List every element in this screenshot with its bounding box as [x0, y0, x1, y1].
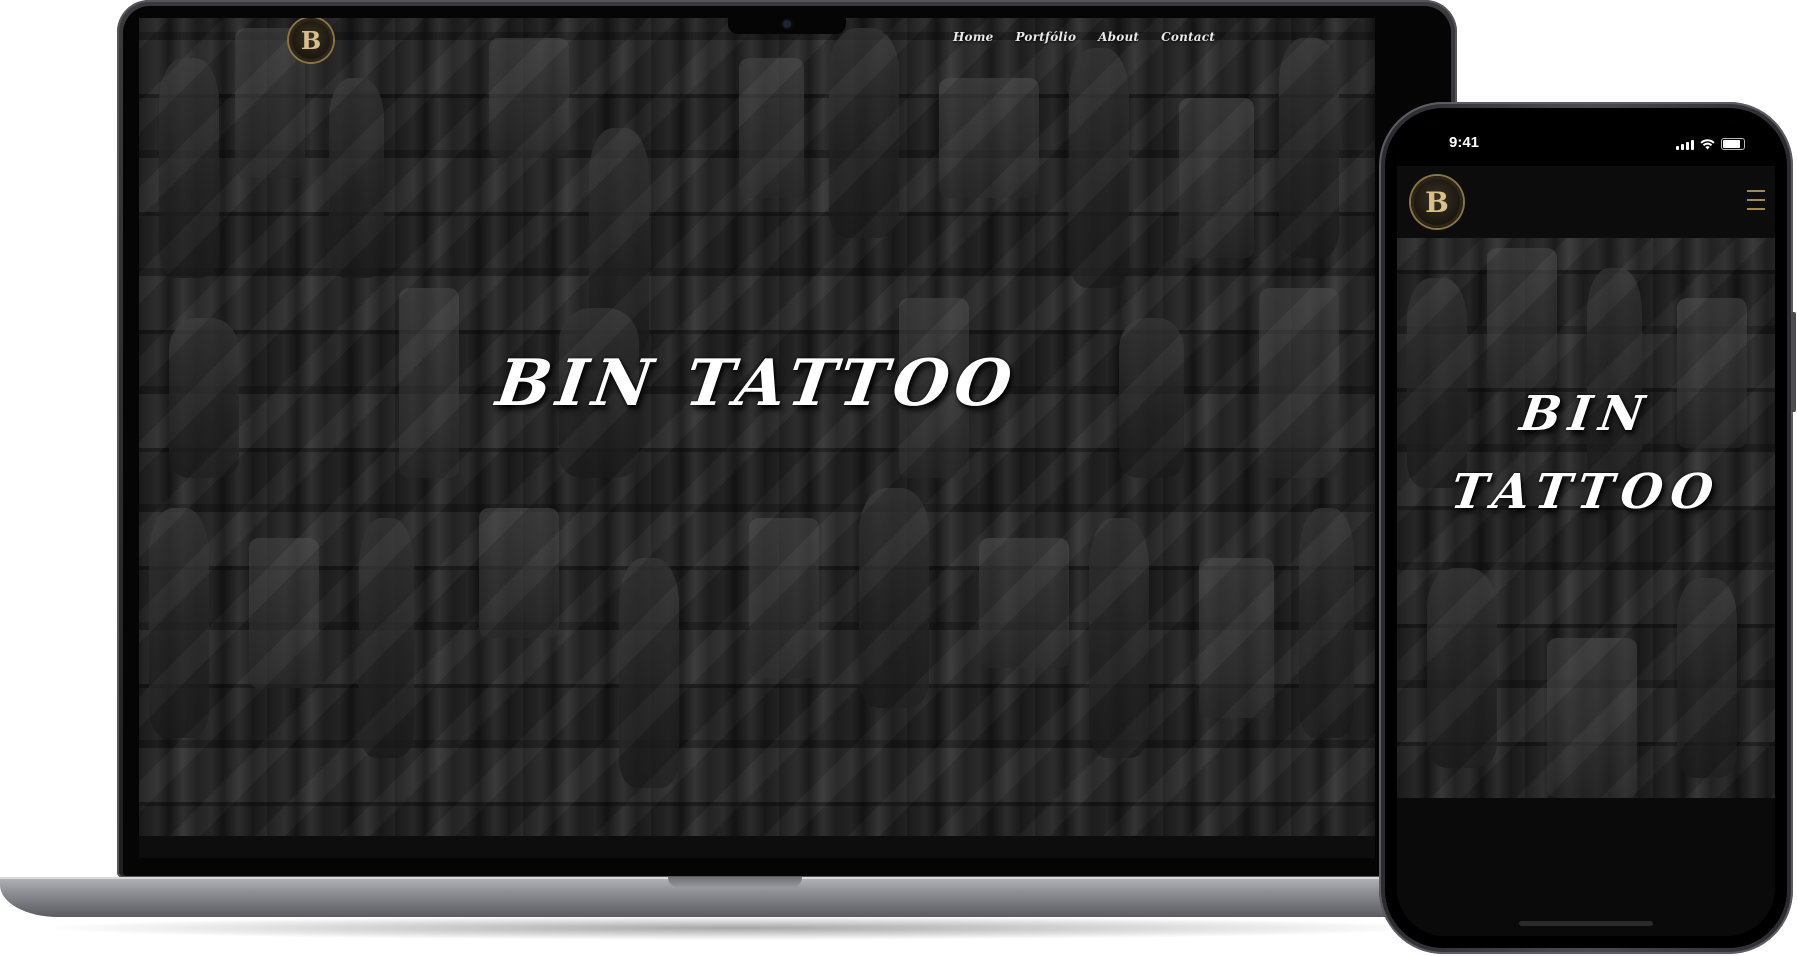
tattoo-photo — [859, 488, 929, 708]
main-nav: Home Portfólio About Contact — [953, 30, 1215, 44]
tattoo-photo — [939, 78, 1039, 198]
tattoo-photo — [619, 558, 679, 788]
nav-about-link[interactable]: About — [1098, 30, 1139, 44]
tattoo-photo — [159, 58, 219, 278]
tattoo-photo — [1547, 638, 1637, 798]
hero-title: BIN TATTOO — [491, 346, 1023, 421]
nav-home-link[interactable]: Home — [953, 30, 993, 44]
tattoo-photo — [1587, 268, 1642, 488]
wifi-icon — [1700, 139, 1715, 150]
site-logo[interactable]: B — [289, 18, 333, 62]
home-indicator[interactable] — [1519, 921, 1653, 926]
logo-monogram: B — [1425, 185, 1449, 219]
hamburger-menu-icon[interactable] — [1747, 190, 1765, 210]
tattoo-photo — [1199, 558, 1274, 718]
laptop-shadow — [30, 916, 1440, 940]
tattoo-photo — [589, 128, 649, 358]
tattoo-photo — [249, 538, 319, 688]
logo-monogram: B — [300, 25, 322, 55]
camera-icon — [783, 20, 791, 28]
phone-screen: 9:41 B BIN TATTOO — [1397, 120, 1775, 936]
tattoo-photo — [979, 538, 1069, 668]
status-time: 9:41 — [1449, 134, 1480, 151]
tattoo-photo — [1069, 48, 1129, 288]
tattoo-photo — [1407, 278, 1467, 488]
tattoo-photo — [749, 518, 819, 678]
status-icons — [1676, 138, 1745, 150]
phone-hero-section: BIN TATTOO — [1397, 238, 1775, 798]
hero-title-line-2: TATTOO — [1447, 464, 1725, 520]
tattoo-photo — [1279, 38, 1339, 258]
tattoo-photo — [1677, 578, 1737, 778]
tattoo-photo — [1299, 508, 1354, 738]
tattoo-photo — [1089, 518, 1149, 758]
phone-side-button — [1791, 312, 1796, 412]
site-logo[interactable]: B — [1411, 176, 1463, 228]
tattoo-photo — [829, 28, 899, 238]
tattoo-photo — [479, 508, 559, 638]
signal-icon — [1676, 140, 1694, 150]
laptop-thumb-notch — [668, 877, 802, 888]
tattoo-photo — [489, 38, 569, 158]
tattoo-photo — [1487, 248, 1557, 388]
screen-bottom-bar — [139, 836, 1375, 858]
phone-footer — [1397, 798, 1775, 936]
phone-header: B — [1397, 166, 1775, 238]
hero-title-line-1: BIN — [1516, 386, 1656, 442]
tattoo-photo — [739, 58, 804, 198]
tattoo-photo — [149, 508, 209, 738]
tattoo-photo — [1427, 568, 1497, 768]
laptop-screen: B Home Portfólio About Contact BIN TATTO… — [139, 18, 1375, 858]
battery-icon — [1721, 138, 1745, 150]
nav-portfolio-link[interactable]: Portfólio — [1015, 30, 1076, 44]
dynamic-island — [1524, 128, 1648, 162]
nav-contact-link[interactable]: Contact — [1161, 30, 1215, 44]
tattoo-photo — [359, 518, 414, 758]
tattoo-photo — [329, 78, 384, 278]
device-mockup: B Home Portfólio About Contact BIN TATTO… — [0, 0, 1797, 956]
tattoo-photo — [1179, 98, 1254, 258]
tattoo-collage-background — [139, 18, 1375, 858]
